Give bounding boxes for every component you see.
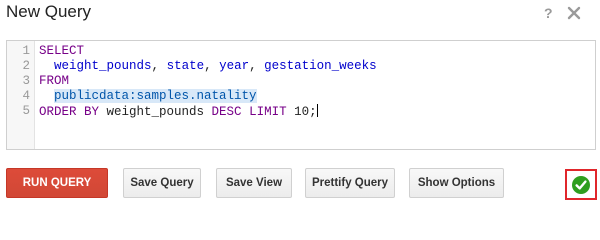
save-query-button[interactable]: Save Query	[123, 168, 201, 198]
line-number-gutter: 1 2 3 4 5	[7, 41, 35, 149]
sql-text: ,	[151, 59, 167, 73]
sql-keyword: FROM	[39, 74, 70, 88]
code-line[interactable]: weight_pounds, state, year, gestation_we…	[39, 59, 377, 74]
check-circle-icon	[572, 176, 590, 194]
sql-column: year	[219, 59, 250, 73]
text-cursor	[316, 104, 318, 117]
code-line[interactable]: publicdata:samples.natality	[39, 89, 257, 104]
sql-text: ,	[204, 59, 220, 73]
sql-text: 10;	[286, 105, 317, 119]
new-query-dialog: New Query ? 1 2 3 4 5 SELECT weight_poun…	[0, 0, 600, 206]
close-icon[interactable]	[566, 5, 582, 21]
code-line[interactable]: ORDER BY weight_pounds DESC LIMIT 10;	[39, 104, 318, 119]
line-number: 3	[22, 74, 30, 88]
line-number: 1	[22, 44, 30, 58]
sql-column: gestation_weeks	[264, 59, 377, 73]
line-number: 2	[22, 59, 30, 73]
sql-text: weight_pounds	[99, 105, 212, 119]
code-area[interactable]: SELECT weight_pounds, state, year, gesta…	[39, 41, 595, 149]
sql-column: state	[166, 59, 205, 73]
code-line[interactable]: SELECT	[39, 44, 84, 59]
sql-keyword: ORDER BY	[39, 105, 100, 119]
prettify-query-button[interactable]: Prettify Query	[305, 168, 395, 198]
help-icon[interactable]: ?	[544, 5, 553, 21]
sql-keyword: DESC	[211, 105, 242, 119]
sql-column: weight_pounds	[54, 59, 152, 73]
dialog-title: New Query	[6, 2, 92, 21]
sql-keyword: LIMIT	[249, 105, 287, 119]
show-options-button[interactable]: Show Options	[409, 168, 504, 198]
query-validator-status[interactable]	[565, 169, 597, 200]
sql-text: ,	[249, 59, 265, 73]
line-number: 5	[22, 104, 30, 118]
save-view-button[interactable]: Save View	[216, 168, 292, 198]
query-editor[interactable]: 1 2 3 4 5 SELECT weight_pounds, state, y…	[6, 40, 596, 150]
sql-table-name: publicdata:samples.natality	[54, 89, 257, 103]
sql-keyword: SELECT	[39, 44, 85, 58]
run-query-button[interactable]: RUN QUERY	[6, 168, 108, 198]
line-number: 4	[22, 89, 30, 103]
code-line[interactable]: FROM	[39, 74, 69, 89]
